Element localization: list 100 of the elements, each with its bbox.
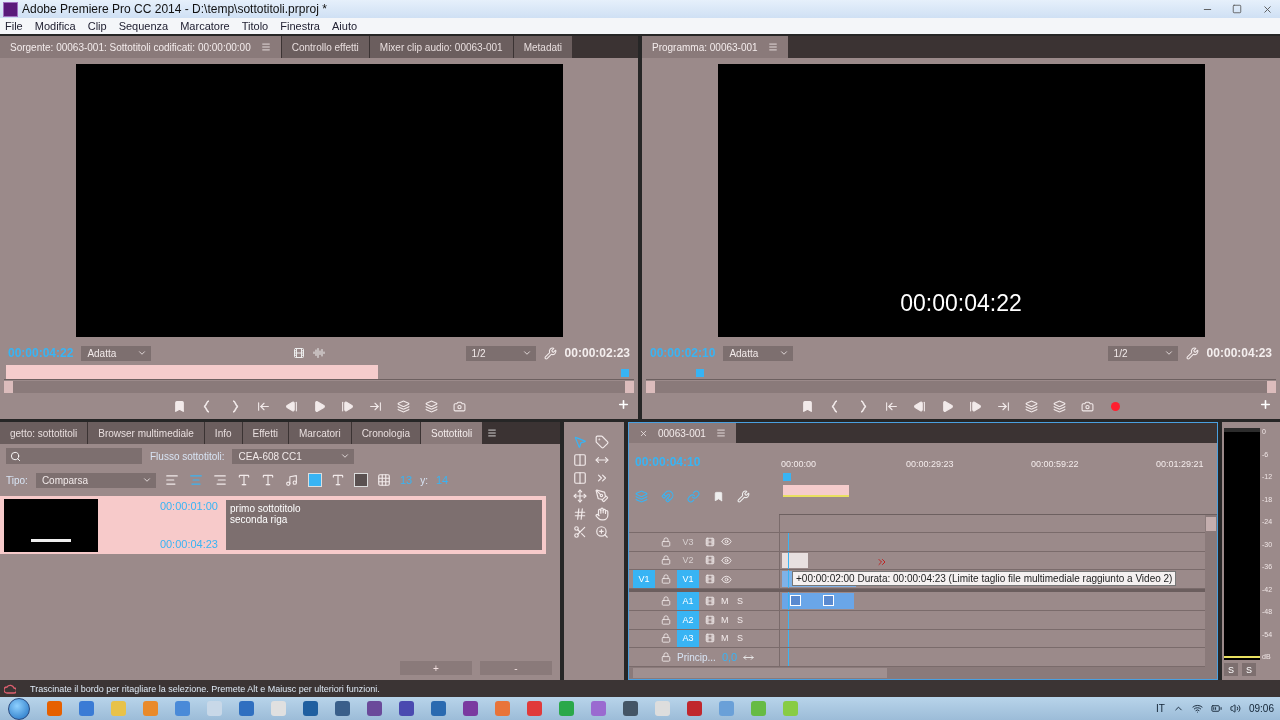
lock-icon[interactable] (661, 555, 671, 566)
align-icon[interactable] (212, 473, 227, 487)
panel-tab[interactable]: Mixer clip audio: 00063-001 (369, 36, 513, 58)
left-brace-icon[interactable] (203, 399, 211, 413)
track-target[interactable]: A1 (677, 592, 699, 610)
track-target[interactable]: V2 (677, 551, 699, 570)
wrench-icon[interactable] (1185, 346, 1199, 360)
film-icon[interactable] (705, 574, 715, 585)
columns-icon[interactable] (573, 453, 587, 467)
zoom-dropdown[interactable]: Adatta (81, 345, 152, 361)
panel-tab[interactable]: Sorgente: 00063-001: Sottotitoli codificati: 00:00:00:00 (0, 36, 281, 58)
scissors-icon[interactable] (573, 525, 587, 539)
menu-item[interactable]: Clip (87, 20, 107, 32)
arrow-to-line-icon[interactable] (884, 399, 898, 413)
stream-dropdown[interactable]: CEA-608 CC1 (232, 448, 355, 464)
stacked-blocks-icon[interactable] (1024, 399, 1038, 413)
hand-icon[interactable] (595, 507, 609, 521)
scrollbar[interactable] (629, 667, 1217, 679)
clock[interactable]: 09:06 (1248, 703, 1274, 714)
scrollbar[interactable] (1205, 515, 1217, 667)
mute-toggle[interactable]: M (721, 633, 731, 644)
columns-icon[interactable] (573, 471, 587, 485)
signal-icon[interactable] (1191, 703, 1203, 714)
step-back-icon[interactable] (912, 399, 926, 413)
lock-icon[interactable] (661, 536, 671, 547)
right-brace-icon[interactable] (859, 399, 867, 413)
resolution-dropdown[interactable]: 1/2 (465, 345, 536, 361)
panel-tab[interactable]: Metadati (513, 36, 573, 58)
taskbar-app-icon[interactable] (431, 701, 446, 716)
film-icon[interactable] (705, 633, 715, 644)
film-icon[interactable] (705, 614, 715, 625)
eye-icon[interactable] (721, 573, 732, 585)
track-target[interactable]: V1 (677, 570, 699, 589)
music-note-icon[interactable] (285, 473, 299, 487)
camera-icon[interactable] (1080, 399, 1094, 413)
panel-tab[interactable]: Info (204, 422, 242, 444)
mute-toggle[interactable]: M (721, 614, 731, 625)
close-icon[interactable] (1261, 3, 1273, 15)
taskbar-app-icon[interactable] (591, 701, 606, 716)
film-icon[interactable] (705, 595, 715, 606)
magnet-icon[interactable] (661, 489, 674, 503)
underline-icon[interactable] (260, 473, 275, 487)
arrow-to-line-icon[interactable] (256, 399, 270, 413)
wrench-icon[interactable] (737, 489, 750, 503)
source-patch[interactable]: V1 (633, 570, 655, 589)
panel-tab[interactable]: Marcatori (288, 422, 351, 444)
link-icon[interactable] (687, 489, 700, 503)
sequence-tab[interactable]: 00063-001 (629, 423, 736, 443)
taskbar-app-icon[interactable] (687, 701, 702, 716)
text-color-swatch[interactable] (307, 473, 322, 487)
film-icon[interactable] (705, 555, 715, 566)
taskbar-app-icon[interactable] (47, 701, 62, 716)
menu-item[interactable]: Modifica (34, 20, 76, 32)
bookmark-icon[interactable] (172, 399, 186, 413)
film-icon[interactable] (292, 347, 305, 359)
zoom-scrollbar[interactable] (646, 381, 1276, 393)
grid-icon[interactable] (376, 473, 391, 487)
bookmark-icon[interactable] (713, 490, 724, 502)
zoom-scrollbar[interactable] (4, 381, 634, 393)
lock-icon[interactable] (661, 595, 671, 606)
taskbar-app-icon[interactable] (495, 701, 510, 716)
taskbar-app-icon[interactable] (303, 701, 318, 716)
menu-item[interactable]: File (5, 20, 23, 32)
panel-tab[interactable]: Controllo effetti (281, 36, 369, 58)
taskbar-app-icon[interactable] (79, 701, 94, 716)
right-brace-icon[interactable] (231, 399, 239, 413)
caption-button[interactable]: - (480, 661, 552, 675)
maximize-icon[interactable] (1232, 4, 1242, 14)
move-icon[interactable] (573, 489, 587, 503)
eye-icon[interactable] (721, 555, 732, 566)
search-field[interactable] (6, 448, 142, 464)
double-chevron-icon[interactable] (595, 471, 609, 485)
taskbar-app-icon[interactable] (239, 701, 254, 716)
lock-icon[interactable] (661, 614, 671, 625)
taskbar-app-icon[interactable] (559, 701, 574, 716)
language-indicator[interactable]: IT (1156, 703, 1165, 714)
menu-icon[interactable] (767, 42, 778, 52)
zoom-icon[interactable] (595, 525, 609, 539)
clip[interactable] (782, 552, 808, 569)
arrow-to-line-icon[interactable] (368, 399, 382, 413)
play-icon[interactable] (312, 399, 326, 413)
hash-icon[interactable] (573, 507, 587, 521)
resolution-dropdown[interactable]: 1/2 (1107, 345, 1178, 361)
italic-icon[interactable] (236, 473, 251, 487)
speaker-icon[interactable] (1229, 703, 1241, 714)
nest-icon[interactable] (635, 489, 648, 503)
align-icon[interactable] (164, 473, 179, 487)
lock-icon[interactable] (661, 652, 671, 663)
mute-toggle[interactable]: M (721, 595, 731, 606)
solo-button[interactable]: S (1224, 663, 1238, 676)
background-color-swatch[interactable] (353, 473, 368, 487)
menu-item[interactable]: Marcatore (180, 20, 230, 32)
wrench-icon[interactable] (543, 346, 557, 360)
align-icon[interactable] (188, 473, 203, 487)
playhead[interactable] (696, 369, 705, 377)
menu-icon[interactable] (715, 428, 726, 438)
time-ruler[interactable] (4, 363, 634, 380)
menu-icon[interactable] (487, 428, 498, 438)
pointer-icon[interactable] (573, 435, 587, 449)
solo-toggle[interactable]: S (737, 633, 747, 644)
